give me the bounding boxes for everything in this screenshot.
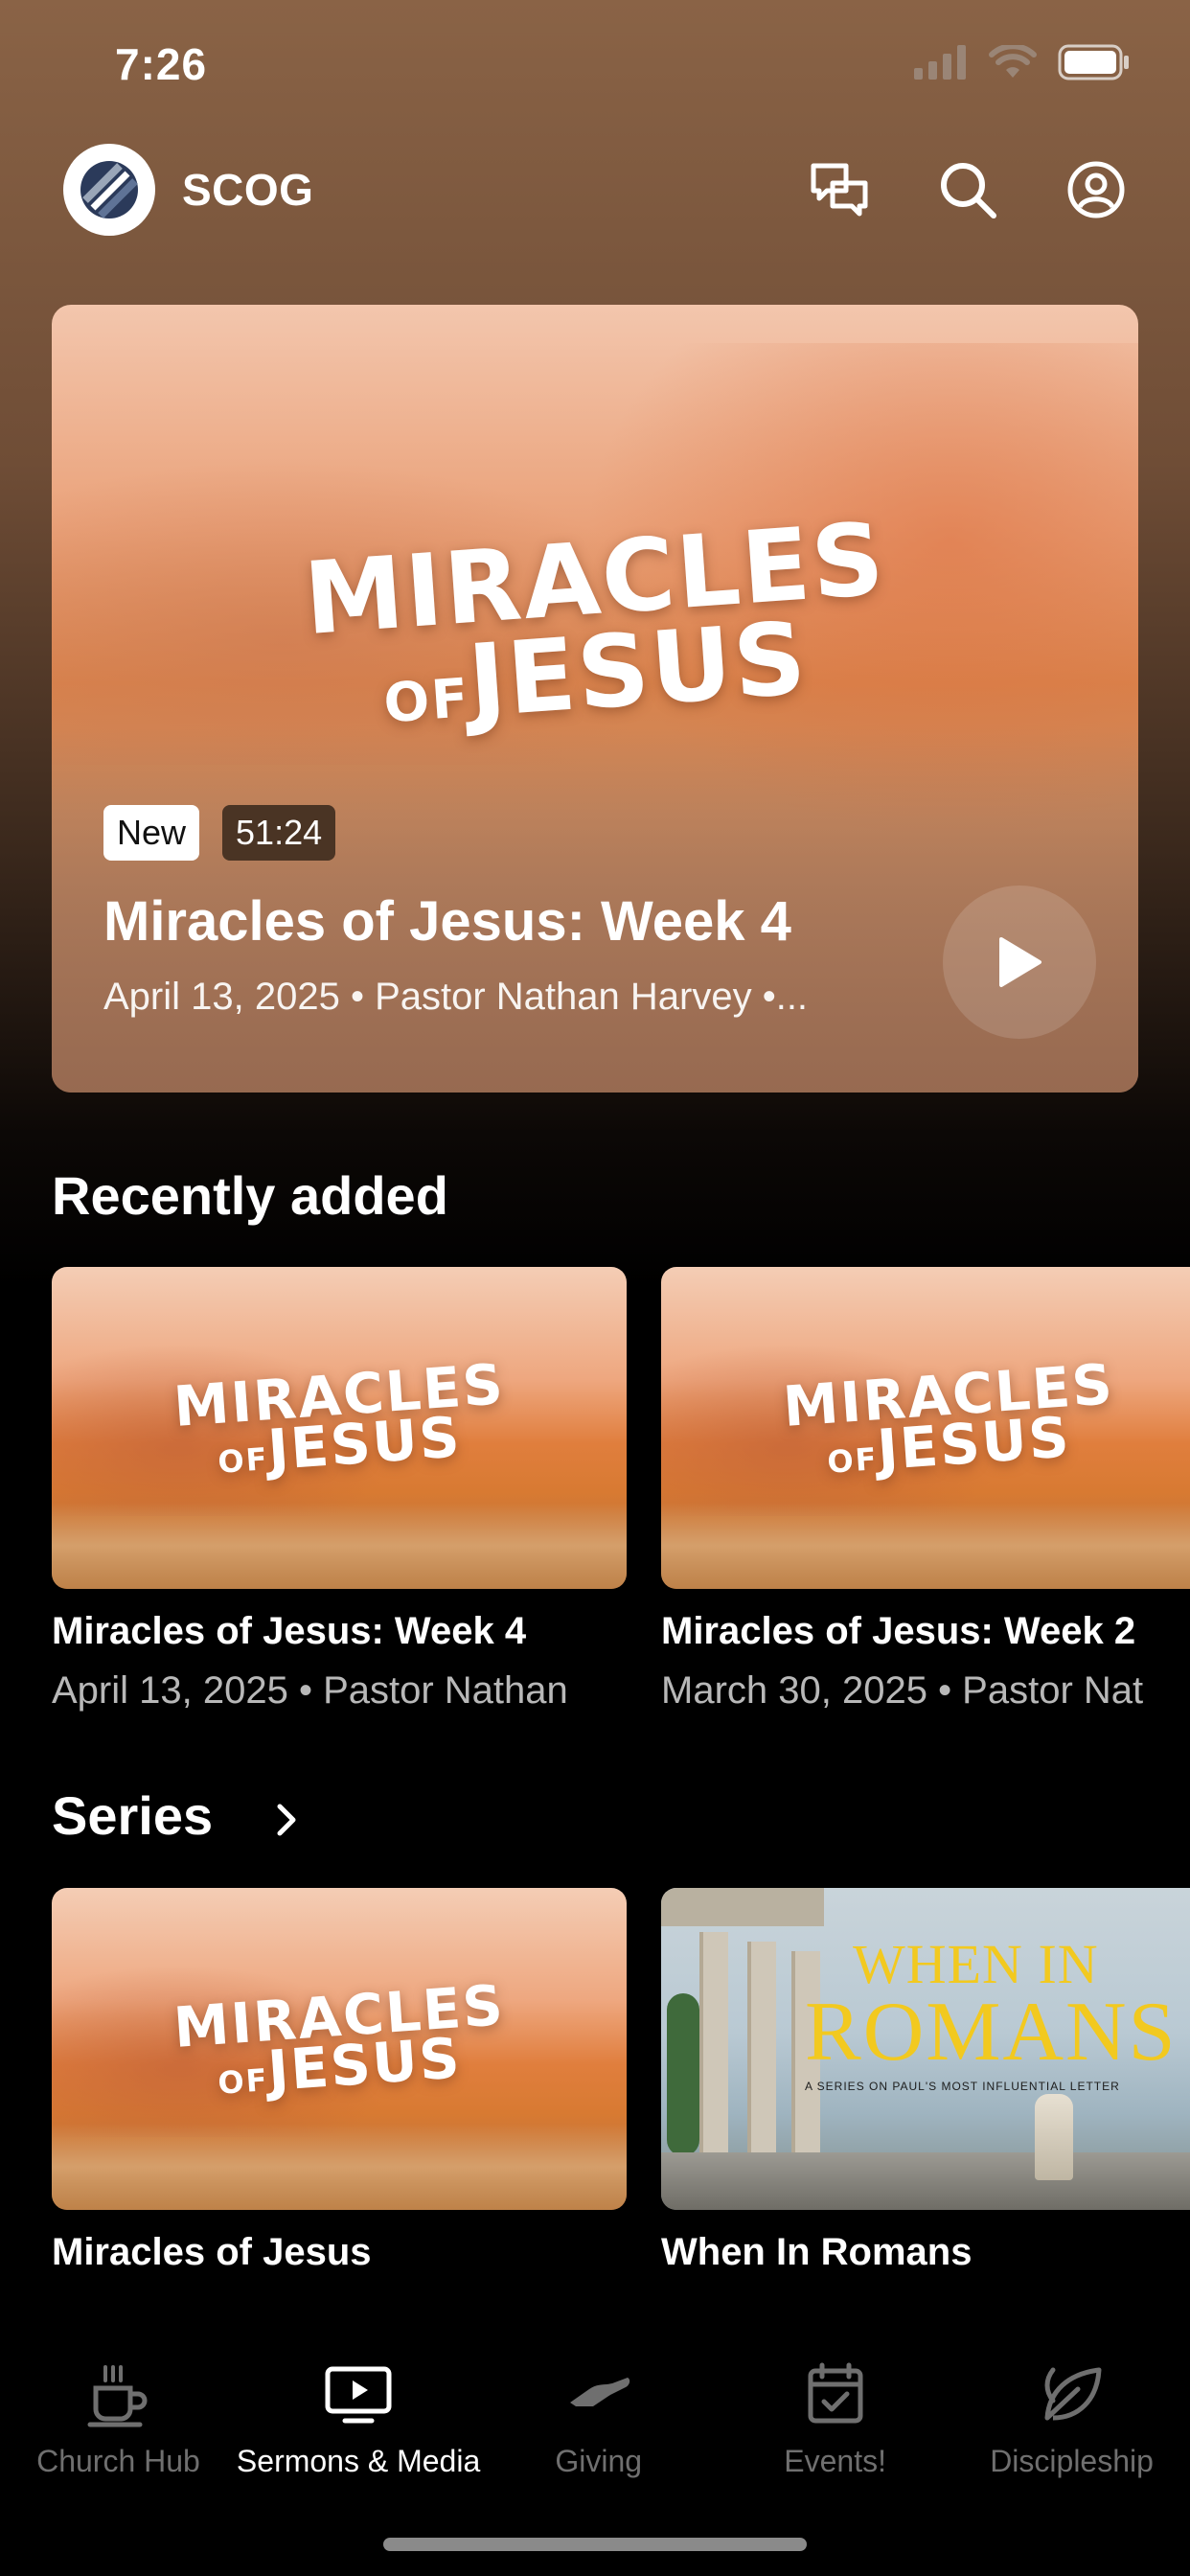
tab-church-hub[interactable]: Church Hub	[0, 2338, 237, 2530]
featured-sermon-card[interactable]: MIRACLES OFJESUS New 51:24 Miracles of J…	[52, 305, 1138, 1092]
thumbnail-art-title: MIRACLES OFJESUS	[52, 1972, 627, 2104]
chevron-right-icon	[277, 1804, 296, 1836]
artwork-jesus: JESUS	[875, 1404, 1073, 1484]
wifi-icon	[989, 45, 1037, 78]
leaf-icon	[1040, 2358, 1105, 2430]
artwork-cypress	[667, 1993, 699, 2156]
series-heading[interactable]: Series	[52, 1784, 301, 1847]
artwork-column	[747, 1942, 776, 2172]
artwork-small-of: OF	[217, 1440, 270, 1482]
artwork-jesus: JESUS	[265, 2025, 464, 2104]
messages-button[interactable]	[809, 159, 870, 220]
thumbnail-art-title: MIRACLES OFJESUS	[52, 1351, 627, 1483]
recent-item-thumbnail[interactable]: MIRACLES OFJESUS	[661, 1267, 1190, 1589]
recent-item-meta: April 13, 2025 • Pastor Nathan	[52, 1669, 568, 1712]
tab-label: Giving	[555, 2444, 643, 2478]
church-logo[interactable]	[63, 144, 155, 236]
account-circle-icon	[1067, 161, 1125, 218]
recent-item-meta: March 30, 2025 • Pastor Nat	[661, 1669, 1144, 1712]
tab-giving[interactable]: Giving	[480, 2338, 717, 2530]
tv-play-icon	[324, 2358, 393, 2430]
search-icon	[941, 163, 996, 218]
tab-label: Events!	[784, 2444, 886, 2478]
cellular-signal-icon	[914, 45, 966, 80]
play-button[interactable]	[943, 886, 1096, 1039]
thumbnail-ground	[52, 2124, 627, 2210]
hero-badges: New 51:24	[103, 805, 336, 861]
tab-sermons-media[interactable]: Sermons & Media	[237, 2338, 480, 2530]
coffee-cup-icon	[84, 2358, 151, 2430]
artwork-jesus: JESUS	[464, 599, 812, 740]
app-header: SCOG	[63, 142, 1127, 238]
tab-events[interactable]: Events!	[717, 2338, 953, 2530]
status-bar: 7:26	[0, 0, 1190, 134]
recently-added-heading: Recently added	[52, 1165, 448, 1226]
new-badge: New	[103, 805, 200, 861]
artwork-statue	[1035, 2094, 1073, 2180]
artwork-floor	[661, 2152, 1190, 2210]
series-heading-label: Series	[52, 1785, 214, 1846]
thumbnail-ground	[661, 1503, 1190, 1589]
tab-label: Church Hub	[36, 2444, 200, 2478]
app-name: SCOG	[182, 165, 314, 215]
artwork-jesus: JESUS	[265, 1404, 464, 1484]
series-item-title[interactable]: Miracles of Jesus	[52, 2231, 627, 2274]
thumbnail-ground	[52, 1503, 627, 1589]
artwork-column	[699, 1932, 728, 2172]
artwork-small-of: OF	[217, 2061, 270, 2103]
header-actions	[809, 159, 1127, 220]
giving-hand-icon	[564, 2358, 633, 2430]
tab-discipleship[interactable]: Discipleship	[953, 2338, 1190, 2530]
series-item-thumbnail[interactable]: MIRACLES OFJESUS	[52, 1888, 627, 2210]
featured-title: Miracles of Jesus: Week 4	[103, 890, 791, 953]
artwork-subtitle: A SERIES ON PAUL'S MOST INFLUENTIAL LETT…	[805, 2080, 1120, 2093]
bottom-tab-bar: Church Hub Sermons & Media Giving Events…	[0, 2338, 1190, 2530]
series-item-thumbnail[interactable]: WHEN IN ROMANS A SERIES ON PAUL'S MOST I…	[661, 1888, 1190, 2210]
recent-item-title[interactable]: Miracles of Jesus: Week 4	[52, 1610, 627, 1653]
artwork-small-of: OF	[826, 1440, 880, 1482]
profile-button[interactable]	[1065, 159, 1127, 220]
artwork-small-of: OF	[381, 666, 472, 735]
logo-stripes-icon	[80, 161, 138, 218]
recent-item-title[interactable]: Miracles of Jesus: Week 2	[661, 1610, 1190, 1653]
artwork-temple-lintel	[661, 1888, 824, 1926]
thumbnail-art-title: MIRACLES OFJESUS	[661, 1351, 1190, 1483]
series-item-title[interactable]: When In Romans	[661, 2231, 1190, 2274]
status-icons	[914, 44, 1131, 80]
screen: 7:26 SCOG MIRACLES OFJESUS New 51:24 Mir…	[0, 0, 1190, 2576]
tab-label: Discipleship	[990, 2444, 1154, 2478]
featured-meta: April 13, 2025 • Pastor Nathan Harvey •.…	[103, 976, 809, 1018]
recent-item-thumbnail[interactable]: MIRACLES OFJESUS	[52, 1267, 627, 1589]
battery-icon	[1058, 44, 1129, 80]
search-button[interactable]	[937, 159, 998, 220]
hero-artwork-title: MIRACLES OFJESUS	[52, 500, 1138, 740]
status-time: 7:26	[115, 39, 208, 89]
duration-badge: 51:24	[222, 805, 336, 861]
calendar-check-icon	[805, 2358, 866, 2430]
play-icon	[999, 937, 1041, 987]
chat-bubbles-icon	[811, 163, 868, 217]
home-indicator	[383, 2538, 807, 2551]
artwork-title-line-2: ROMANS	[805, 1986, 1178, 2079]
tab-label: Sermons & Media	[236, 2444, 481, 2478]
